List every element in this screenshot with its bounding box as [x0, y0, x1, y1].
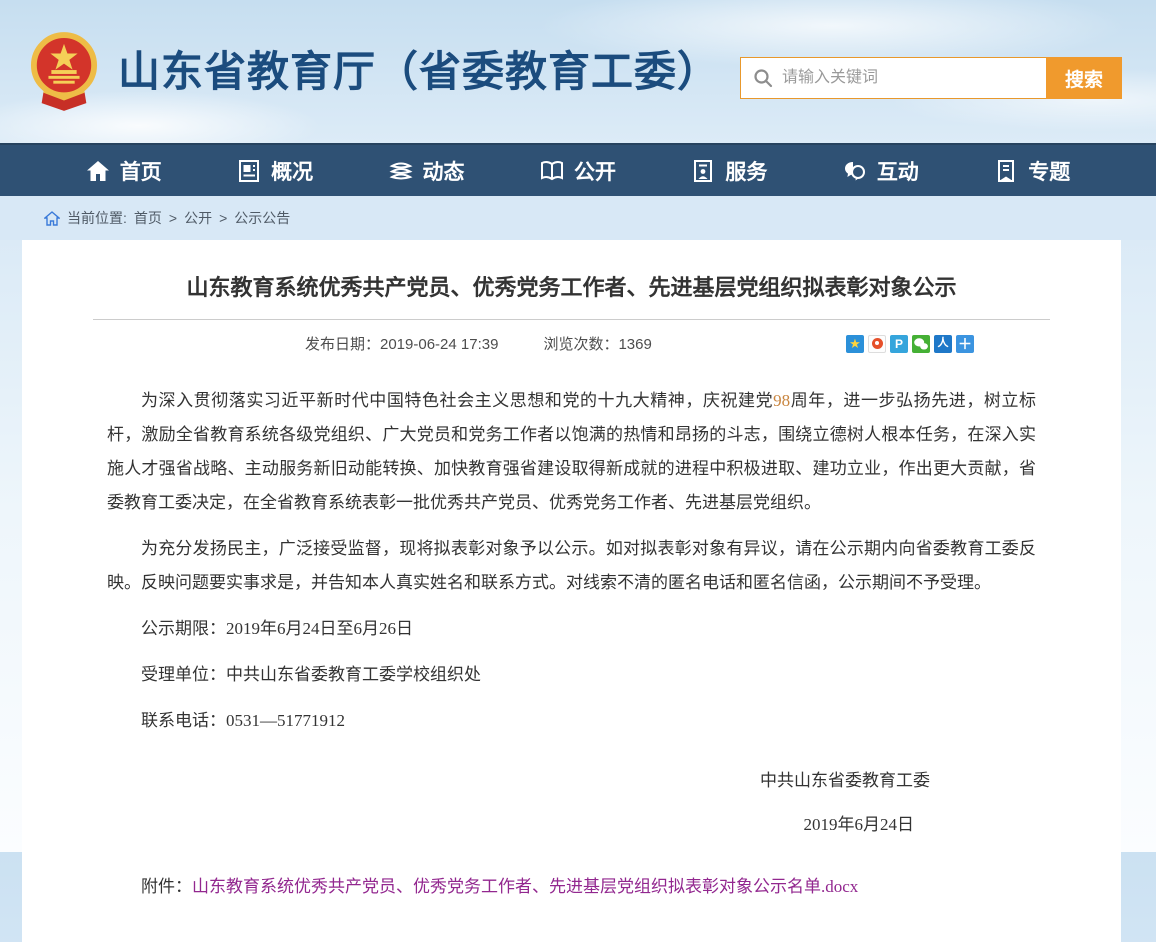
- breadcrumb-label: 当前位置:: [67, 208, 127, 228]
- attachment-link[interactable]: 山东教育系统优秀共产党员、优秀党务工作者、先进基层党组织拟表彰对象公示名单.do…: [192, 877, 858, 896]
- site-logo-link[interactable]: 山东省教育厅（省委教育工委）: [0, 31, 720, 113]
- nav-item-label: 公开: [574, 156, 616, 186]
- share-weibo-icon[interactable]: [868, 335, 886, 353]
- article-card: 山东教育系统优秀共产党员、优秀党务工作者、先进基层党组织拟表彰对象公示 发布日期…: [22, 240, 1121, 942]
- topic-icon: [994, 159, 1018, 183]
- share-wechat-icon[interactable]: [912, 335, 930, 353]
- search-box: 搜索: [740, 57, 1122, 99]
- nav-item-home[interactable]: 首页: [86, 156, 162, 186]
- accepting-unit: 受理单位：中共山东省委教育工委学校组织处: [107, 658, 1036, 692]
- attachment-label: 附件：: [141, 877, 192, 896]
- national-emblem-icon: [30, 31, 98, 113]
- paragraph-1: 为深入贯彻落实习近平新时代中国特色社会主义思想和党的十九大精神，庆祝建党98周年…: [107, 384, 1036, 520]
- overview-icon: [237, 159, 261, 183]
- main-nav: 首页 概况 动态 公开 服务: [0, 143, 1156, 196]
- signature-date: 2019年6月24日: [107, 810, 1036, 840]
- article-title: 山东教育系统优秀共产党员、优秀党务工作者、先进基层党组织拟表彰对象公示: [107, 274, 1036, 302]
- breadcrumb-link-disclosure[interactable]: 公开: [184, 208, 212, 228]
- breadcrumb-separator: >: [169, 210, 177, 226]
- paragraph-2: 为充分发扬民主，广泛接受监督，现将拟表彰对象予以公示。如对拟表彰对象有异议，请在…: [107, 532, 1036, 600]
- view-count: 浏览次数：1369: [543, 333, 651, 354]
- share-renren-icon[interactable]: 人: [934, 335, 952, 353]
- publish-date: 发布日期：2019-06-24 17:39: [305, 333, 498, 354]
- signature-org: 中共山东省委教育工委: [107, 766, 1036, 796]
- search-input[interactable]: [782, 58, 1046, 98]
- nav-item-disclosure[interactable]: 公开: [540, 156, 616, 186]
- nav-item-overview[interactable]: 概况: [237, 156, 313, 186]
- contact-phone: 联系电话：0531—51771912: [107, 704, 1036, 738]
- share-bar: ★ P 人 ＋: [846, 335, 974, 353]
- news-stack-icon: [389, 159, 413, 183]
- nav-item-interaction[interactable]: 互动: [843, 156, 919, 186]
- breadcrumb-home-icon: [44, 211, 60, 226]
- home-icon: [86, 159, 110, 183]
- chat-icon: [843, 159, 867, 183]
- attachment-row: 附件：山东教育系统优秀共产党员、优秀党务工作者、先进基层党组织拟表彰对象公示名单…: [107, 872, 1036, 902]
- share-tencent-weibo-icon[interactable]: P: [890, 335, 908, 353]
- article-meta: 发布日期：2019-06-24 17:39 浏览次数：1369 ★ P 人 ＋: [107, 333, 1036, 354]
- nav-item-topics[interactable]: 专题: [994, 156, 1070, 186]
- share-more-icon[interactable]: ＋: [956, 335, 974, 353]
- article-body: 为深入贯彻落实习近平新时代中国特色社会主义思想和党的十九大精神，庆祝建党98周年…: [107, 384, 1036, 902]
- service-icon: [691, 159, 715, 183]
- title-divider: [93, 319, 1050, 320]
- breadcrumb-link-notices[interactable]: 公示公告: [234, 208, 290, 228]
- site-header: 山东省教育厅（省委教育工委） 搜索: [0, 0, 1156, 143]
- search-button[interactable]: 搜索: [1046, 57, 1122, 99]
- nav-item-label: 专题: [1028, 156, 1070, 186]
- publicity-period: 公示期限：2019年6月24日至6月26日: [107, 612, 1036, 646]
- nav-item-label: 首页: [120, 156, 162, 186]
- paragraph-1-text: 为深入贯彻落实习近平新时代中国特色社会主义思想和党的十九大精神，庆祝建党: [141, 391, 773, 410]
- nav-item-label: 动态: [423, 156, 465, 186]
- open-book-icon: [540, 159, 564, 183]
- search-icon: [753, 68, 773, 88]
- anniversary-number: 98: [773, 391, 790, 410]
- breadcrumb-link-home[interactable]: 首页: [134, 208, 162, 228]
- nav-item-label: 互动: [877, 156, 919, 186]
- nav-item-label: 概况: [271, 156, 313, 186]
- site-title: 山东省教育厅（省委教育工委）: [118, 51, 720, 93]
- nav-item-service[interactable]: 服务: [691, 156, 767, 186]
- nav-item-news[interactable]: 动态: [389, 156, 465, 186]
- breadcrumb-separator: >: [219, 210, 227, 226]
- share-qzone-icon[interactable]: ★: [846, 335, 864, 353]
- breadcrumb: 当前位置: 首页 > 公开 > 公示公告: [0, 196, 1156, 240]
- nav-item-label: 服务: [725, 156, 767, 186]
